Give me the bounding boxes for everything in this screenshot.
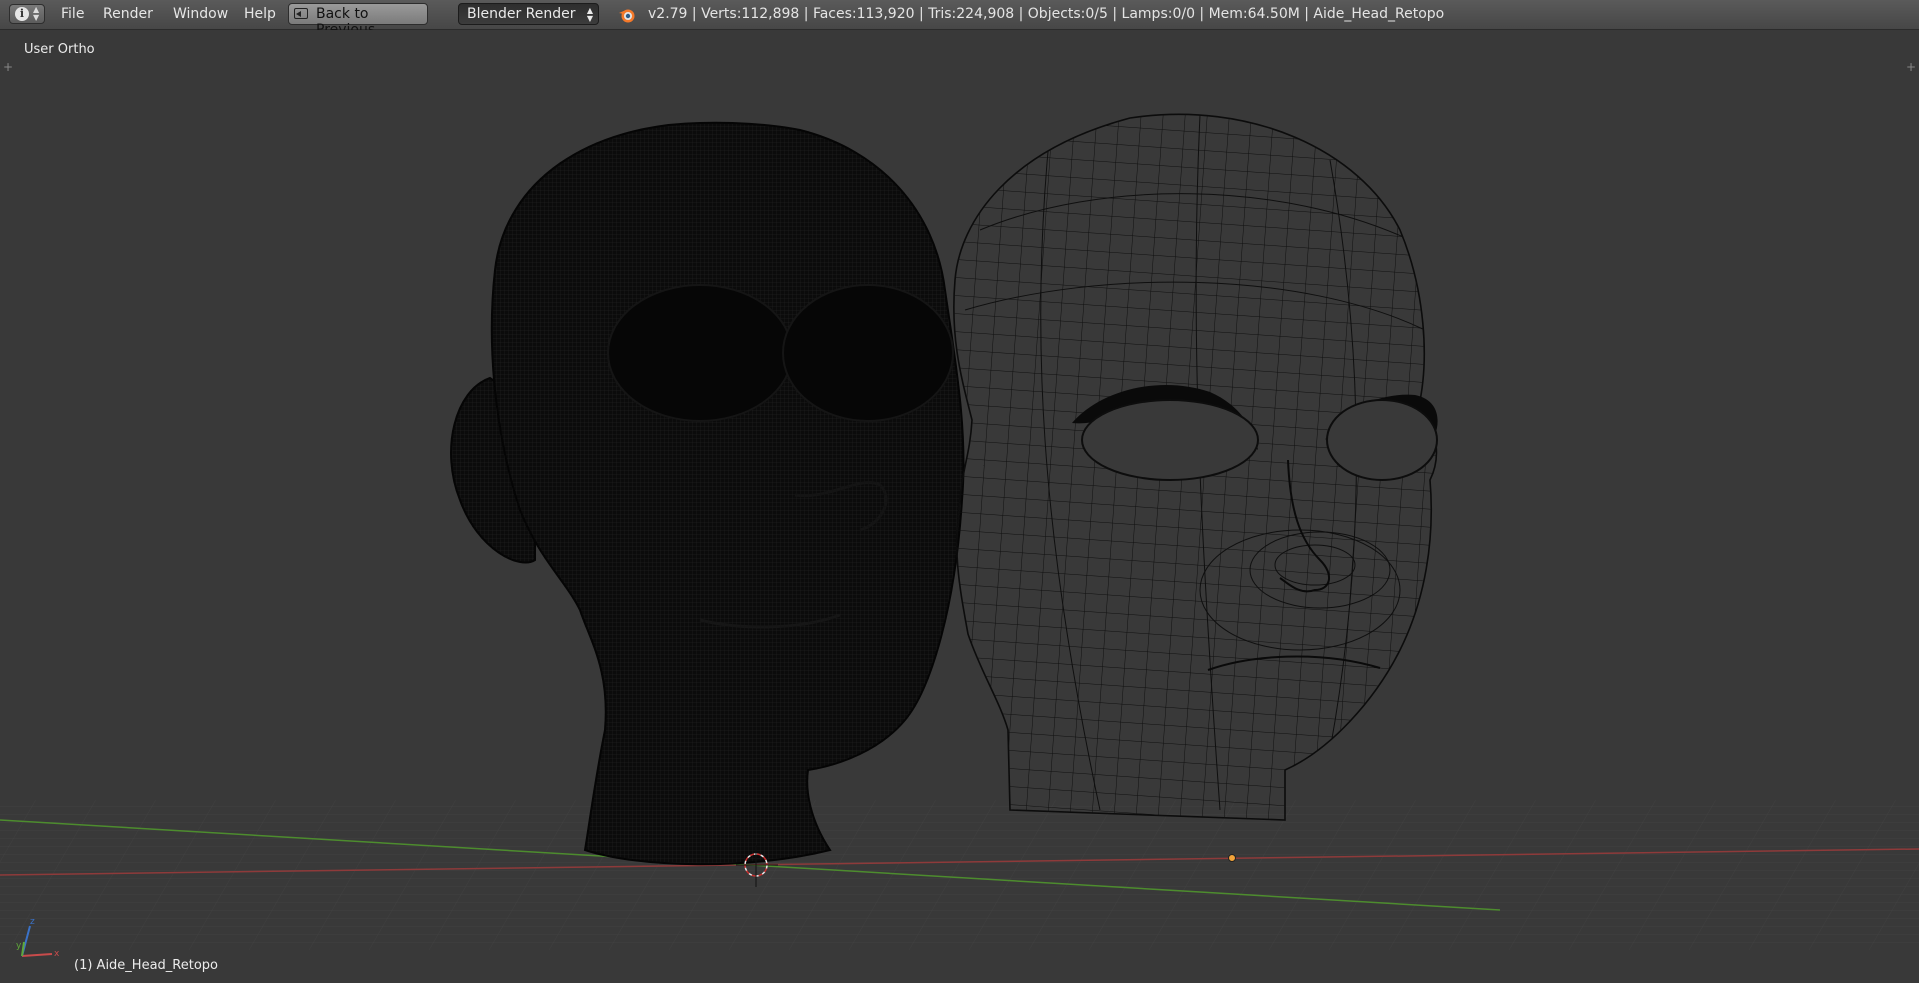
info-header: i ▲▼ File Render Window Help Back to Pre… (0, 0, 1919, 38)
back-to-previous-button[interactable]: Back to Previous (288, 3, 428, 38)
blender-logo-icon (619, 9, 635, 23)
menu-window[interactable]: Window (173, 6, 228, 22)
right-corner-split-icon[interactable]: + (1906, 60, 1916, 74)
3d-viewport[interactable]: x z y User Ortho + + (1) Aide_Head_Retop… (0, 30, 1919, 983)
menu-render[interactable]: Render (103, 6, 153, 22)
gizmo-y-label: y (16, 941, 22, 951)
editor-type-selector[interactable]: i ▲ ▼ (9, 4, 45, 24)
back-icon (294, 8, 308, 19)
gizmo-z-label: z (30, 917, 35, 927)
left-corner-split-icon[interactable]: + (3, 60, 13, 74)
updown-arrows-icon: ▲ ▼ (33, 5, 40, 22)
menu-file[interactable]: File (61, 6, 84, 22)
object-origin-dot (1228, 854, 1236, 862)
scene-stats: v2.79 | Verts:112,898 | Faces:113,920 | … (648, 6, 1445, 22)
sculpt-head-mesh[interactable] (450, 121, 965, 866)
retopo-head-mesh[interactable] (940, 110, 1460, 830)
active-object-label: (1) Aide_Head_Retopo (74, 958, 218, 973)
floor-grid (0, 800, 1919, 950)
info-icon: i (15, 7, 29, 21)
render-engine-select[interactable]: Blender Render ▲ ▼ (458, 3, 599, 25)
view-name-label: User Ortho (24, 42, 95, 57)
updown-arrows-icon: ▲ ▼ (586, 6, 593, 23)
render-engine-label: Blender Render (467, 6, 576, 22)
menu-help[interactable]: Help (244, 6, 276, 22)
viewport-canvas[interactable]: x z y (0, 30, 1919, 983)
gizmo-x-label: x (54, 949, 60, 959)
